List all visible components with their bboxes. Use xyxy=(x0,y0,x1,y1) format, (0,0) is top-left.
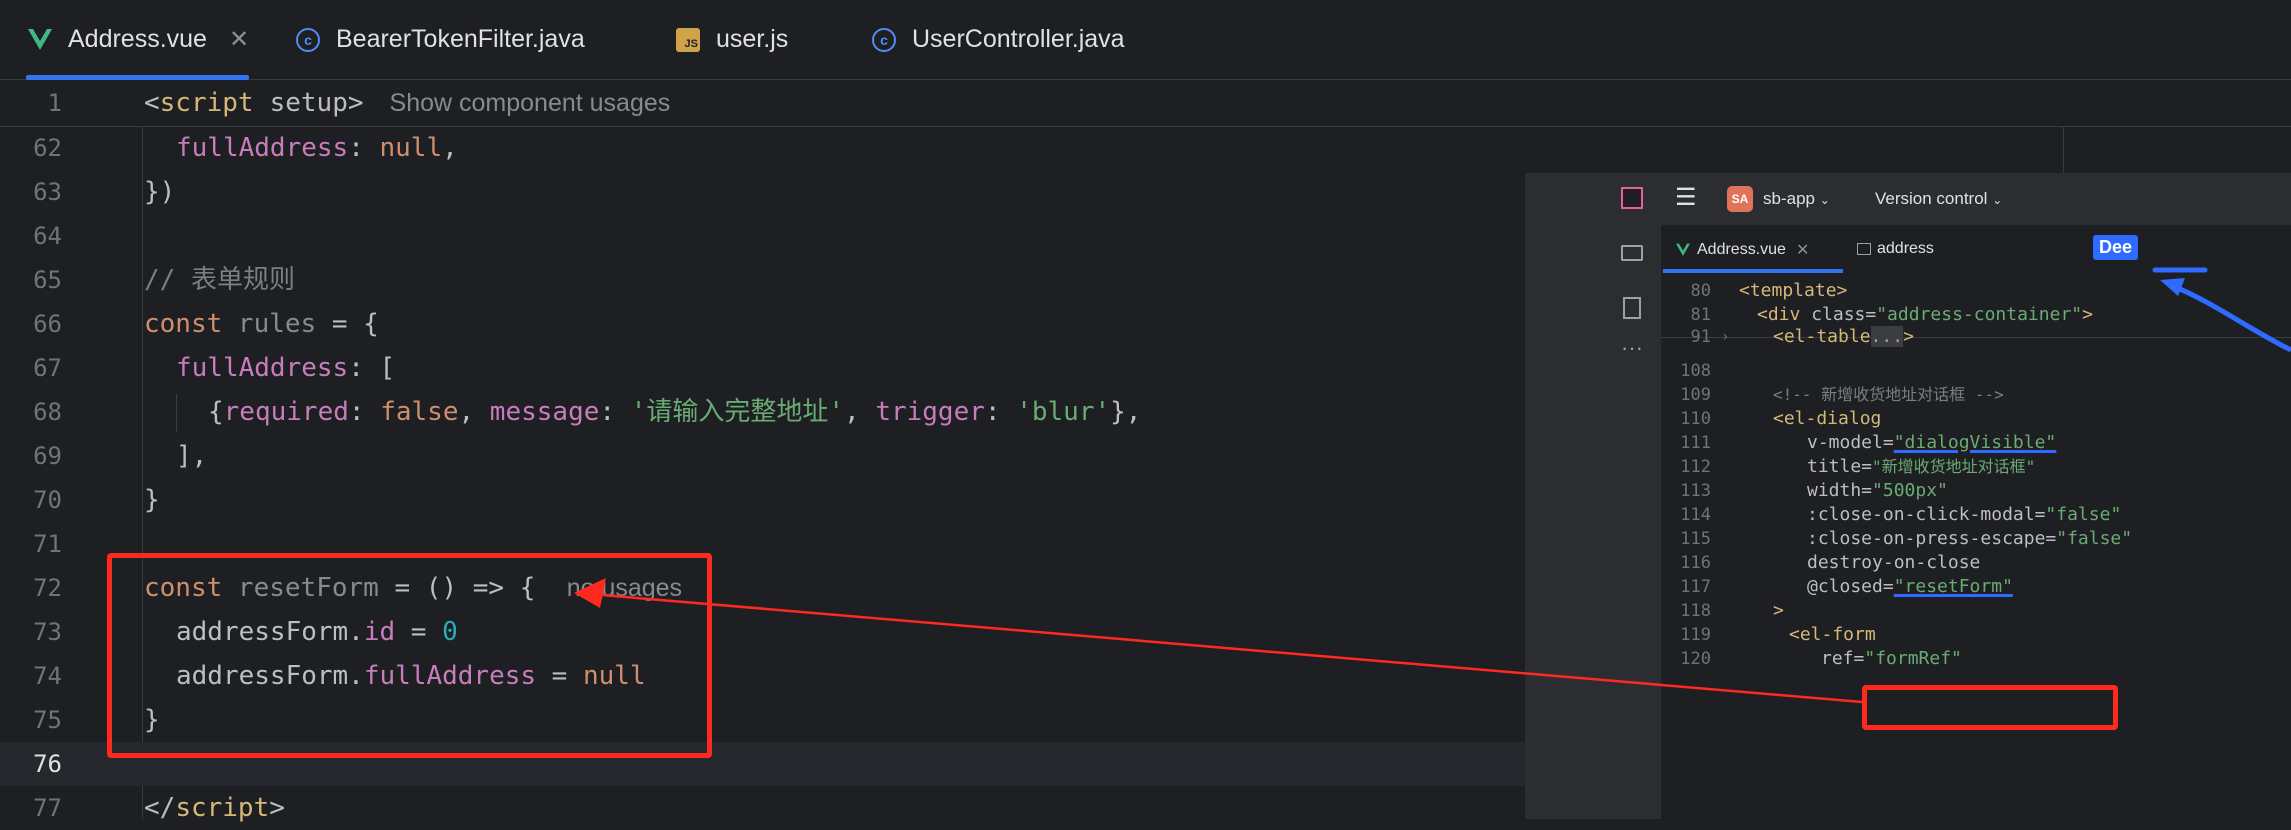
annotation-layer xyxy=(574,267,2291,704)
annotation-arrow-blue xyxy=(2152,267,2291,353)
annotation-arrow-red xyxy=(574,578,1863,704)
